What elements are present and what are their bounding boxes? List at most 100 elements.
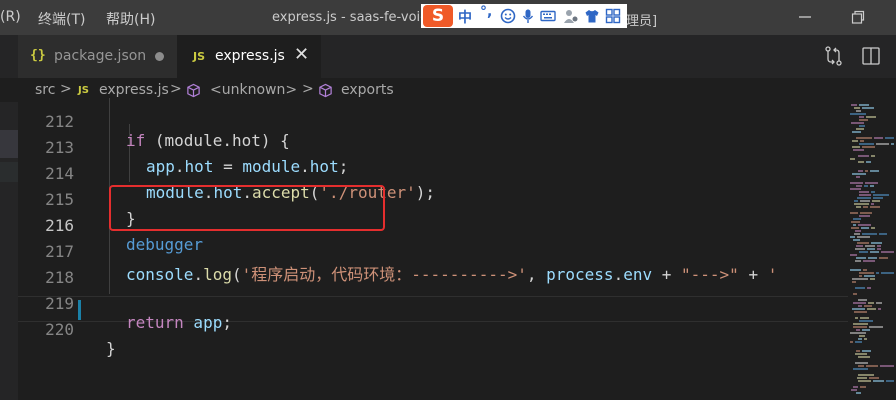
minimap-token [850,236,855,238]
minimap-token [855,287,865,289]
code-line[interactable]: 220 } [18,301,848,358]
compare-changes-icon[interactable] [823,45,845,67]
minimap-token [859,194,871,196]
minimap-token [854,203,869,205]
minimap-token [853,224,856,226]
sidebar-edge [0,102,18,400]
restore-icon[interactable] [850,9,866,25]
breadcrumb-symbol-exports[interactable]: exports [341,82,394,98]
minimap-token [862,329,870,331]
code-line[interactable]: 219 return app; [18,275,848,332]
keyboard-icon[interactable] [540,8,556,24]
code-editor[interactable]: 212 if (module.hot) { 213 app.hot = modu… [18,98,848,400]
minimap-token [880,365,894,367]
minimap-token [881,272,894,274]
minimap-token [856,329,860,331]
minimap-token [864,275,875,277]
code-line[interactable]: 214 module.hot.accept('./router'); [18,145,848,202]
minimap-token [852,131,861,133]
minimap-token [850,182,863,184]
toolbox-grid-icon[interactable] [605,8,621,24]
tab-express-js[interactable]: JS express.js ✕ [177,35,321,78]
minimap[interactable] [848,102,896,400]
minimap-token [850,332,866,334]
ime-toolbar[interactable]: S 中 °, [421,4,627,28]
minimize-icon[interactable] [797,9,813,25]
minimap-token [854,233,860,235]
minimap-token [871,155,875,157]
breadcrumb-symbol-unknown[interactable]: <unknown> [210,82,297,98]
minimap-token [856,110,861,112]
breadcrumb-file[interactable]: express.js [99,82,169,98]
minimap-token [860,317,869,319]
minimap-token [856,257,866,259]
minimap-token [859,125,865,127]
minimap-token [859,251,868,253]
menu-run[interactable]: (R) [0,9,21,25]
minimap-token [850,113,866,115]
minimap-token [877,245,881,247]
minimap-token [865,245,875,247]
minimap-token [857,236,870,238]
minimap-token [868,302,874,304]
minimap-token [856,206,861,208]
user-settings-icon[interactable] [563,8,579,24]
code-line[interactable]: 212 if (module.hot) { [18,98,848,150]
minimap-token [885,137,894,139]
minimap-token [871,242,882,244]
line-number: 220 [45,320,74,339]
minimap-token [859,272,874,274]
minimap-token [874,137,883,139]
code-text: } [106,339,116,358]
minimap-token [858,224,871,226]
sidebar-selected-row[interactable] [0,130,18,158]
minimap-token [856,176,860,178]
microphone-icon[interactable] [520,8,536,24]
title-bar: (R) 终端(T) 帮助(H) express.js - saas-fe-voi… [0,0,896,35]
minimap-token [854,200,858,202]
minimap-token [858,356,870,358]
minimap-token [864,305,872,307]
menu-terminal[interactable]: 终端(T) [38,9,85,29]
tab-package-json[interactable]: {} package.json [18,35,177,78]
minimap-token [853,218,861,220]
tab-bar: {} package.json JS express.js ✕ [0,35,896,78]
minimap-token [858,338,862,340]
minimap-token [859,335,865,337]
minimap-token [871,203,874,205]
unsaved-dot-icon[interactable] [155,52,164,61]
breadcrumb-folder[interactable]: src [35,82,55,98]
code-line[interactable]: 218 [18,249,848,287]
breadcrumb-separator: > [170,81,182,97]
minimap-token [869,377,879,379]
minimap-token [853,368,868,370]
minimap-token [868,257,877,259]
minimap-token [870,278,875,280]
close-tab-icon[interactable]: ✕ [294,44,309,65]
ime-punctuation[interactable]: °, [480,4,492,20]
split-editor-icon[interactable] [860,45,882,67]
minimap-token [886,380,894,382]
minimap-token [853,239,860,241]
minimap-token [859,116,864,118]
menu-help[interactable]: 帮助(H) [106,9,155,29]
minimap-token [862,233,877,235]
skin-shirt-icon[interactable] [584,8,600,24]
minimap-token [851,104,857,106]
minimap-token [852,281,856,283]
minimap-token [858,380,871,382]
code-line[interactable]: 213 app.hot = module.hot; [18,119,848,176]
sogou-logo-icon[interactable]: S [423,5,453,27]
minimap-token [867,287,871,289]
minimap-token [852,308,865,310]
minimap-token [850,188,861,190]
sidebar-hover-row[interactable] [0,162,18,182]
minimap-token [854,311,867,313]
minimap-token [852,140,858,142]
ime-language[interactable]: 中 [458,7,472,27]
minimap-token [860,386,866,388]
emoji-icon[interactable] [500,8,516,24]
minimap-token [855,260,861,262]
minimap-token [872,200,880,202]
minimap-token [858,161,864,163]
